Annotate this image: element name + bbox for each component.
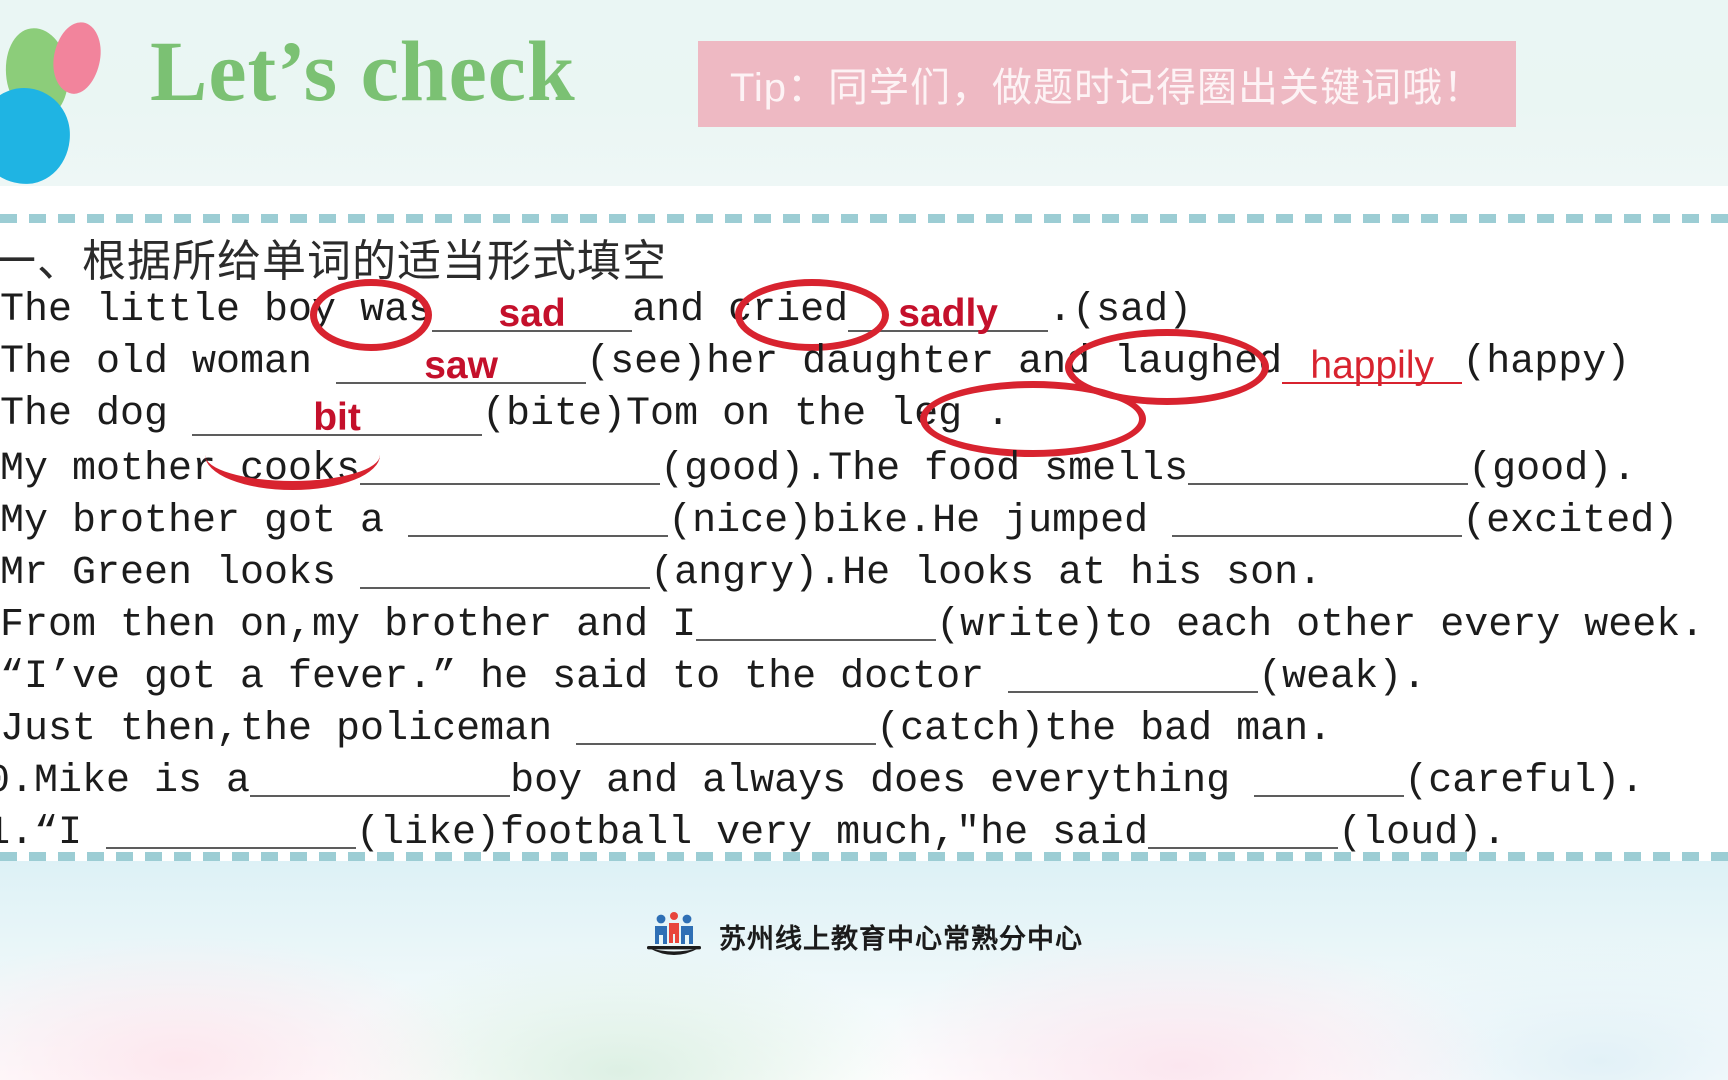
q1-blank-2[interactable]: sadly bbox=[848, 288, 1049, 335]
question-row-8: “I’ve got a fever.” he said to the docto… bbox=[0, 649, 1728, 701]
page-title: Let’s check bbox=[150, 23, 576, 119]
question-row-11: 11.“I (like)football very much,"he said (… bbox=[0, 805, 1728, 857]
q11-text-b: (like)football very much,"he said bbox=[356, 811, 1149, 856]
q4-text-a: My mother bbox=[0, 447, 241, 492]
question-row-9: Just then,the policeman (catch)the bad m… bbox=[0, 701, 1728, 753]
slide-root: Let’s check Tip：同学们，做题时记得圈出关键词哦！ 一、根据所给单… bbox=[0, 0, 1728, 1080]
q8-text-a: “I’ve got a fever.” he said to the docto… bbox=[0, 655, 1009, 700]
q6-blank-1[interactable] bbox=[360, 545, 651, 589]
q4-text-b: (good).The food smells bbox=[660, 447, 1189, 492]
q4-blank-1[interactable] bbox=[360, 441, 661, 485]
q5-text-a: My brother got a bbox=[0, 499, 409, 544]
q1-circled-was: was bbox=[360, 288, 433, 333]
q10-blank-2[interactable] bbox=[1254, 753, 1405, 797]
q3-text-c: . bbox=[986, 392, 1011, 437]
footer-content: 苏州线上教育中心常熟分中心 bbox=[0, 910, 1728, 962]
q3-text-b: (bite)Tom on the leg bbox=[482, 392, 987, 437]
q2-circled-laughed: laughed bbox=[1114, 340, 1283, 385]
q2-text-a: The old woman bbox=[0, 340, 337, 385]
footer-band bbox=[0, 861, 1728, 1080]
q10-text-c: (careful). bbox=[1404, 759, 1645, 804]
q8-blank-1[interactable] bbox=[1008, 649, 1259, 693]
question-list: 1.The little boy wassadand criedsadly.(s… bbox=[0, 279, 1728, 857]
people-logo-icon bbox=[645, 910, 703, 962]
q11-blank-2[interactable] bbox=[1148, 805, 1339, 849]
q2-text-b: (see)her daughter and bbox=[586, 340, 1115, 385]
question-row-4: My mother cooks (good).The food smells (go… bbox=[0, 441, 1728, 493]
divider-top bbox=[0, 214, 1728, 223]
question-row-6: Mr Green looks (angry).He looks at his s… bbox=[0, 545, 1728, 597]
q1-answer-1: sad bbox=[498, 292, 566, 335]
q4-text-c: (good). bbox=[1468, 447, 1637, 492]
q1-text-b: and bbox=[632, 288, 729, 333]
q11-text-a: “I bbox=[34, 811, 107, 856]
q7-text-a: From then on,my brother and I bbox=[0, 603, 697, 648]
q7-blank-1[interactable] bbox=[696, 597, 937, 641]
q4-blank-2[interactable] bbox=[1188, 441, 1469, 485]
q2-blank-1[interactable]: saw bbox=[336, 340, 587, 387]
tip-text: Tip：同学们，做题时记得圈出关键词哦！ bbox=[729, 66, 1485, 110]
q9-text-b: (catch)the bad man. bbox=[876, 707, 1333, 752]
q7-text-b: (write)to each other every week. bbox=[936, 603, 1705, 648]
q2-answer-1: saw bbox=[424, 344, 498, 387]
q2-answer-2: happily bbox=[1310, 344, 1434, 387]
question-row-10: 10.Mike is a boy and always does everythi… bbox=[0, 753, 1728, 805]
q2-blank-2[interactable]: happily bbox=[1282, 340, 1463, 387]
q9-blank-1[interactable] bbox=[576, 701, 877, 745]
q11-blank-1[interactable] bbox=[106, 805, 357, 849]
q11-number: 11. bbox=[0, 811, 35, 856]
q5-text-c: (excited) bbox=[1462, 499, 1679, 544]
q10-text-a: Mike is a bbox=[34, 759, 251, 804]
divider-bottom bbox=[0, 852, 1728, 861]
q1-blank-1[interactable]: sad bbox=[432, 288, 633, 335]
q1-answer-2: sadly bbox=[898, 292, 998, 335]
q4-underlined-cooks: cooks bbox=[240, 447, 361, 492]
q3-answer-1: bit bbox=[313, 396, 361, 439]
q3-text-a: The dog bbox=[0, 392, 193, 437]
q2-text-c: (happy) bbox=[1462, 340, 1631, 385]
question-row-3: The dog bit (bite)Tom on the leg . bbox=[0, 381, 1728, 457]
q8-text-b: (weak). bbox=[1258, 655, 1427, 700]
q9-text-a: Just then,the policeman bbox=[0, 707, 577, 752]
q10-number: 10. bbox=[0, 759, 35, 804]
q5-blank-1[interactable] bbox=[408, 493, 669, 537]
question-row-1: 1.The little boy wassadand criedsadly.(s… bbox=[0, 279, 1728, 351]
q10-text-b: boy and always does everything bbox=[510, 759, 1255, 804]
question-row-7: From then on,my brother and I (write)to e… bbox=[0, 597, 1728, 649]
q5-blank-2[interactable] bbox=[1172, 493, 1463, 537]
q6-text-a: Mr Green looks bbox=[0, 551, 361, 596]
q3-blank-1[interactable]: bit bbox=[192, 392, 483, 439]
footer-label: 苏州线上教育中心常熟分中心 bbox=[719, 923, 1083, 954]
q11-text-c: (loud). bbox=[1338, 811, 1507, 856]
section-heading: 一、根据所给单词的适当形式填空 bbox=[0, 237, 667, 286]
tip-banner: Tip：同学们，做题时记得圈出关键词哦！ bbox=[698, 41, 1516, 127]
question-row-2: The old woman saw (see)her daughter and l… bbox=[0, 329, 1728, 405]
q5-text-b: (nice)bike.He jumped bbox=[668, 499, 1173, 544]
q1-circled-cried: cried bbox=[728, 288, 849, 333]
q1-text-c: .(sad) bbox=[1048, 288, 1193, 333]
q1-text-a: The little boy bbox=[0, 288, 361, 333]
question-row-5: My brother got a (nice)bike.He jumped (e… bbox=[0, 493, 1728, 545]
q6-text-b: (angry).He looks at his son. bbox=[650, 551, 1323, 596]
q10-blank-1[interactable] bbox=[250, 753, 511, 797]
